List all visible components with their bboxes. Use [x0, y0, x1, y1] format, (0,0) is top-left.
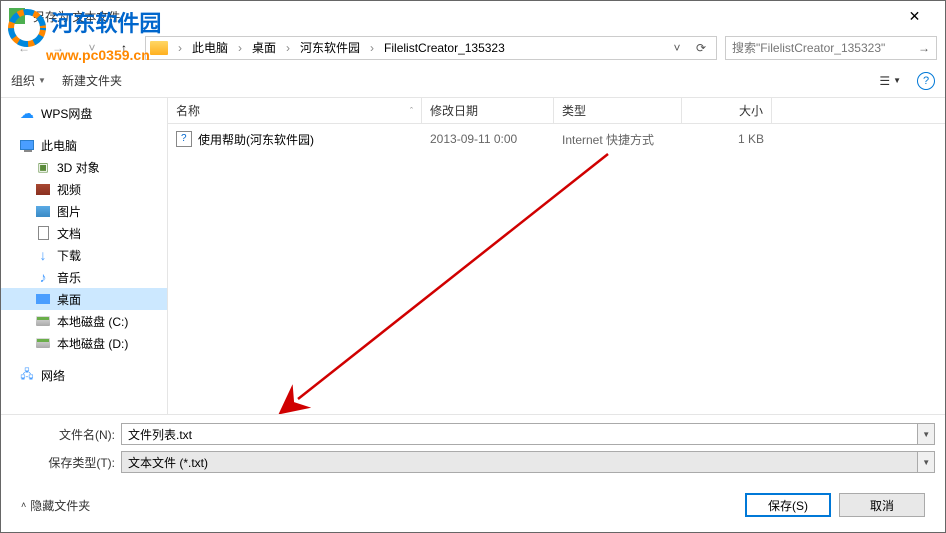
- breadcrumb-dropdown[interactable]: ˅: [666, 38, 688, 58]
- save-button[interactable]: 保存(S): [745, 493, 831, 517]
- hide-folders-toggle[interactable]: ˄ 隐藏文件夹: [21, 497, 90, 514]
- disk-icon: [35, 335, 51, 351]
- sidebar-item-disk-d[interactable]: 本地磁盘 (D:): [1, 332, 167, 354]
- sidebar-item-disk-c[interactable]: 本地磁盘 (C:): [1, 310, 167, 332]
- new-folder-button[interactable]: 新建文件夹: [62, 72, 122, 89]
- file-area: 名称 ˆ 修改日期 类型 大小 使用帮助(河东软件园) 2013-09-11 0…: [168, 98, 945, 414]
- toolbar: 组织 ▼ 新建文件夹 ☰ ▼ ?: [1, 64, 945, 98]
- file-name: 使用帮助(河东软件园): [198, 131, 314, 148]
- file-icon: [176, 131, 192, 147]
- breadcrumb[interactable]: › 此电脑 › 桌面 › 河东软件园 › FilelistCreator_135…: [145, 36, 717, 60]
- filename-dropdown[interactable]: ▼: [917, 423, 935, 445]
- file-date: 2013-09-11 0:00: [422, 132, 554, 146]
- header-type[interactable]: 类型: [554, 98, 682, 123]
- sidebar: ☁ WPS网盘 此电脑 ▣ 3D 对象 视频 图片 文档 ↓ 下载 ♪: [1, 98, 168, 414]
- sidebar-item-pictures[interactable]: 图片: [1, 200, 167, 222]
- window-title: 另存为 文本文件: [33, 8, 892, 25]
- document-icon: [35, 225, 51, 241]
- filetype-select[interactable]: [121, 451, 917, 473]
- sidebar-item-pc[interactable]: 此电脑: [1, 134, 167, 156]
- column-headers: 名称 ˆ 修改日期 类型 大小: [168, 98, 945, 124]
- main-area: ☁ WPS网盘 此电脑 ▣ 3D 对象 视频 图片 文档 ↓ 下载 ♪: [1, 98, 945, 414]
- file-size: 1 KB: [682, 132, 772, 146]
- image-icon: [35, 203, 51, 219]
- filename-row: 文件名(N): ▼: [11, 423, 935, 445]
- nav-back-button[interactable]: ←: [9, 35, 39, 61]
- chevron-right-icon: ›: [174, 41, 186, 55]
- file-row[interactable]: 使用帮助(河东软件园) 2013-09-11 0:00 Internet 快捷方…: [168, 128, 945, 150]
- download-icon: ↓: [35, 247, 51, 263]
- sidebar-item-documents[interactable]: 文档: [1, 222, 167, 244]
- search-icon[interactable]: →: [918, 41, 930, 55]
- breadcrumb-item[interactable]: 桌面: [248, 37, 280, 58]
- network-icon: 🖧: [19, 367, 35, 383]
- cloud-icon: ☁: [19, 105, 35, 121]
- annotation-arrow: [278, 124, 628, 414]
- chevron-right-icon: ›: [282, 41, 294, 55]
- desktop-icon: [35, 291, 51, 307]
- breadcrumb-item[interactable]: 河东软件园: [296, 37, 364, 58]
- chevron-down-icon: ▼: [38, 76, 46, 85]
- sidebar-item-downloads[interactable]: ↓ 下载: [1, 244, 167, 266]
- chevron-up-icon: ˄: [21, 500, 26, 510]
- view-options-button[interactable]: ☰ ▼: [873, 72, 907, 90]
- refresh-button[interactable]: ⟳: [690, 38, 712, 58]
- breadcrumb-item[interactable]: FilelistCreator_135323: [380, 39, 509, 57]
- bottom-panel: 文件名(N): ▼ 保存类型(T): ▼ ˄ 隐藏文件夹 保存(S) 取消: [1, 414, 945, 527]
- sidebar-item-3d[interactable]: ▣ 3D 对象: [1, 156, 167, 178]
- sidebar-item-wps[interactable]: ☁ WPS网盘: [1, 102, 167, 124]
- header-name[interactable]: 名称 ˆ: [168, 98, 422, 123]
- organize-button[interactable]: 组织 ▼: [11, 72, 46, 89]
- music-icon: ♪: [35, 269, 51, 285]
- filetype-dropdown[interactable]: ▼: [917, 451, 935, 473]
- titlebar: 另存为 文本文件 ✕: [1, 1, 945, 31]
- view-icon: ☰: [879, 74, 890, 88]
- sidebar-item-network[interactable]: 🖧 网络: [1, 364, 167, 386]
- nav-forward-button: →: [43, 35, 73, 61]
- file-type: Internet 快捷方式: [554, 131, 682, 148]
- header-date[interactable]: 修改日期: [422, 98, 554, 123]
- header-size[interactable]: 大小: [682, 98, 772, 123]
- breadcrumb-item[interactable]: 此电脑: [188, 37, 232, 58]
- disk-icon: [35, 313, 51, 329]
- search-box[interactable]: →: [725, 36, 937, 60]
- filename-input[interactable]: [121, 423, 917, 445]
- help-button[interactable]: ?: [917, 72, 935, 90]
- chevron-down-icon: ▼: [893, 76, 901, 85]
- nav-up-button[interactable]: ↑: [111, 35, 137, 61]
- chevron-right-icon: ›: [366, 41, 378, 55]
- footer: ˄ 隐藏文件夹 保存(S) 取消: [11, 479, 935, 517]
- pc-icon: [19, 137, 35, 153]
- nav-row: ← → ˅ ↑ › 此电脑 › 桌面 › 河东软件园 › FilelistCre…: [1, 31, 945, 64]
- close-button[interactable]: ✕: [892, 1, 937, 31]
- folder-icon: [150, 41, 168, 55]
- search-input[interactable]: [732, 41, 918, 55]
- filetype-label: 保存类型(T):: [11, 454, 121, 471]
- nav-recent-dropdown[interactable]: ˅: [77, 35, 107, 61]
- cube-icon: ▣: [35, 159, 51, 175]
- sort-indicator-icon: ˆ: [410, 106, 413, 116]
- sidebar-item-video[interactable]: 视频: [1, 178, 167, 200]
- filetype-row: 保存类型(T): ▼: [11, 451, 935, 473]
- sidebar-item-music[interactable]: ♪ 音乐: [1, 266, 167, 288]
- sidebar-item-desktop[interactable]: 桌面: [1, 288, 167, 310]
- cancel-button[interactable]: 取消: [839, 493, 925, 517]
- file-list[interactable]: 使用帮助(河东软件园) 2013-09-11 0:00 Internet 快捷方…: [168, 124, 945, 414]
- app-icon: [9, 8, 25, 24]
- video-icon: [35, 181, 51, 197]
- filename-label: 文件名(N):: [11, 426, 121, 443]
- chevron-right-icon: ›: [234, 41, 246, 55]
